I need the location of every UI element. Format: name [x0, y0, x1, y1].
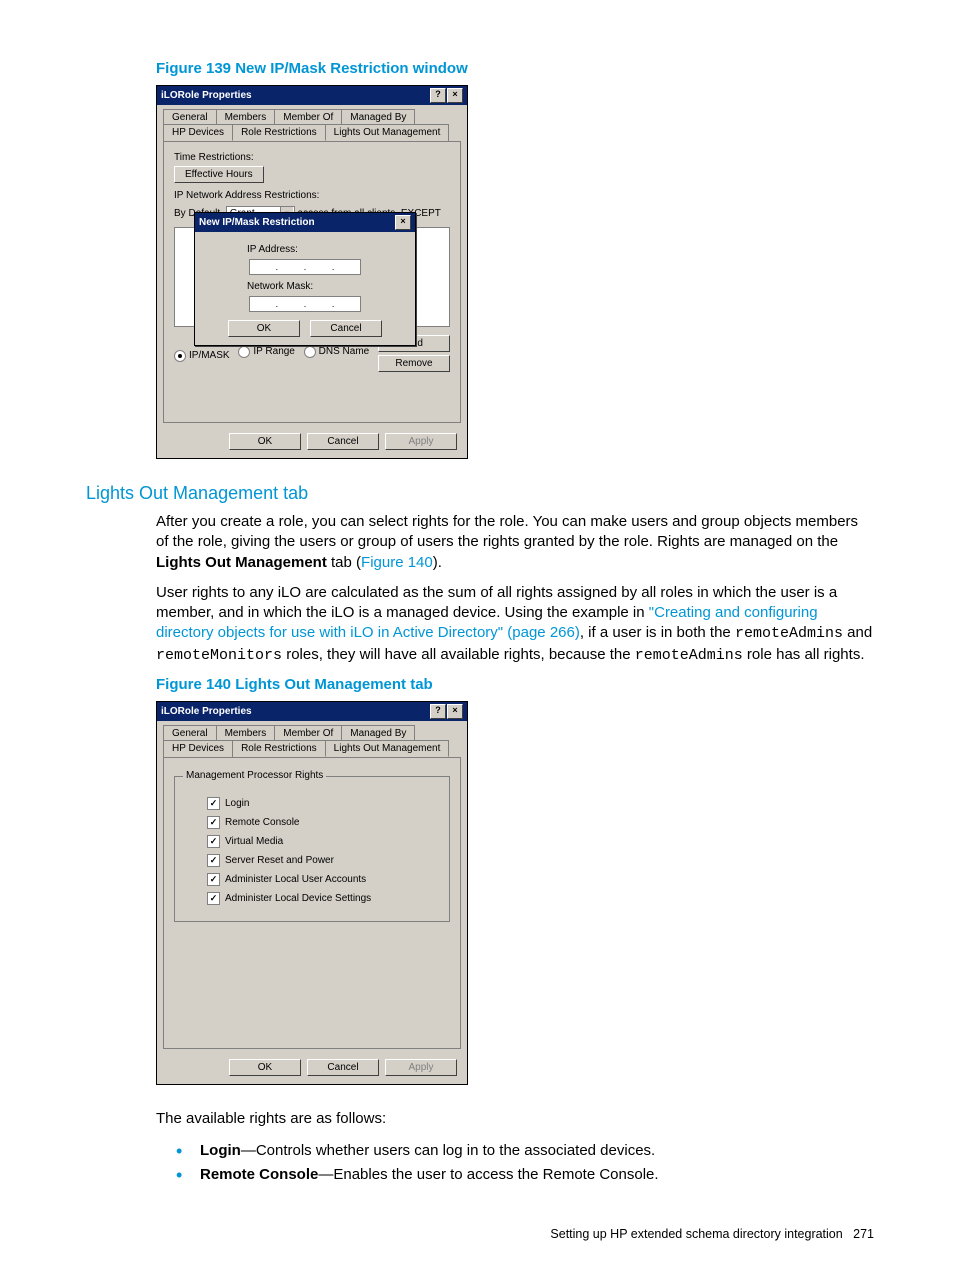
figure-140-caption: Figure 140 Lights Out Management tab — [156, 676, 874, 693]
close-icon[interactable]: × — [447, 704, 463, 719]
tab-strip: General Members Member Of Managed By HP … — [157, 105, 467, 141]
dialog-body: Management Processor Rights Login Remote… — [163, 757, 461, 1049]
network-mask-label: Network Mask: — [247, 281, 409, 292]
mgmt-rights-group: Management Processor Rights Login Remote… — [174, 776, 450, 922]
dialog-titlebar: iLORole Properties ? × — [157, 702, 467, 721]
tab-lights-out-mgmt[interactable]: Lights Out Management — [325, 124, 450, 141]
tab-managed-by[interactable]: Managed By — [341, 725, 415, 741]
tab-members[interactable]: Members — [216, 109, 276, 125]
cancel-button[interactable]: Cancel — [307, 1059, 379, 1076]
dialog-titlebar: iLORole Properties ? × — [157, 86, 467, 105]
checkbox-remote-console[interactable]: Remote Console — [207, 816, 437, 829]
figure-140-link[interactable]: Figure 140 — [361, 554, 433, 571]
ok-button[interactable]: OK — [229, 433, 301, 450]
network-mask-input[interactable]: ... — [249, 296, 361, 312]
dialog-title-text: iLORole Properties — [161, 90, 252, 101]
section-heading: Lights Out Management tab — [86, 483, 874, 504]
tab-lights-out-mgmt[interactable]: Lights Out Management — [325, 740, 450, 757]
checkbox-admin-device[interactable]: Administer Local Device Settings — [207, 892, 437, 905]
modal-cancel-button[interactable]: Cancel — [310, 320, 382, 337]
close-icon[interactable]: × — [447, 88, 463, 103]
time-restrictions-label: Time Restrictions: — [174, 152, 450, 163]
dialog-role-properties-restrictions: iLORole Properties ? × General Members M… — [156, 85, 468, 459]
tab-member-of[interactable]: Member Of — [274, 109, 342, 125]
tab-strip: General Members Member Of Managed By HP … — [157, 721, 467, 757]
tab-hp-devices[interactable]: HP Devices — [163, 124, 233, 141]
tab-role-restrictions[interactable]: Role Restrictions — [232, 740, 326, 757]
rights-intro: The available rights are as follows: — [156, 1109, 874, 1129]
group-title: Management Processor Rights — [183, 770, 326, 781]
modal-titlebar: New IP/Mask Restriction × — [195, 213, 415, 232]
paragraph-2: User rights to any iLO are calculated as… — [156, 583, 874, 666]
page-footer: Setting up HP extended schema directory … — [550, 1227, 874, 1241]
ok-button[interactable]: OK — [229, 1059, 301, 1076]
figure-139-caption: Figure 139 New IP/Mask Restriction windo… — [156, 60, 874, 77]
right-login: Login—Controls whether users can log in … — [176, 1139, 874, 1163]
tab-member-of[interactable]: Member Of — [274, 725, 342, 741]
radio-ip-range[interactable]: IP Range — [238, 346, 295, 358]
tab-general[interactable]: General — [163, 109, 217, 125]
dialog-body: Time Restrictions: Effective Hours IP Ne… — [163, 141, 461, 423]
tab-general[interactable]: General — [163, 725, 217, 741]
effective-hours-button[interactable]: Effective Hours — [174, 166, 264, 183]
new-ip-mask-modal: New IP/Mask Restriction × IP Address: ..… — [194, 212, 416, 346]
checkbox-server-reset[interactable]: Server Reset and Power — [207, 854, 437, 867]
ip-restrictions-label: IP Network Address Restrictions: — [174, 190, 450, 201]
ip-address-label: IP Address: — [247, 244, 409, 255]
dialog-role-properties-mgmt: iLORole Properties ? × General Members M… — [156, 701, 468, 1085]
help-icon[interactable]: ? — [430, 88, 446, 103]
radio-dns-name[interactable]: DNS Name — [304, 346, 370, 358]
remove-button[interactable]: Remove — [378, 355, 450, 372]
checkbox-admin-users[interactable]: Administer Local User Accounts — [207, 873, 437, 886]
modal-ok-button[interactable]: OK — [228, 320, 300, 337]
tab-role-restrictions[interactable]: Role Restrictions — [232, 124, 326, 141]
apply-button[interactable]: Apply — [385, 433, 457, 450]
cancel-button[interactable]: Cancel — [307, 433, 379, 450]
checkbox-login[interactable]: Login — [207, 797, 437, 810]
paragraph-1: After you create a role, you can select … — [156, 512, 874, 573]
rights-list: Login—Controls whether users can log in … — [176, 1139, 874, 1187]
ip-address-input[interactable]: ... — [249, 259, 361, 275]
radio-ip-mask[interactable]: IP/MASK — [174, 350, 230, 362]
right-remote-console: Remote Console—Enables the user to acces… — [176, 1163, 874, 1187]
dialog-title-text: iLORole Properties — [161, 706, 252, 717]
tab-hp-devices[interactable]: HP Devices — [163, 740, 233, 757]
apply-button[interactable]: Apply — [385, 1059, 457, 1076]
tab-managed-by[interactable]: Managed By — [341, 109, 415, 125]
close-icon[interactable]: × — [395, 215, 411, 230]
checkbox-virtual-media[interactable]: Virtual Media — [207, 835, 437, 848]
tab-members[interactable]: Members — [216, 725, 276, 741]
help-icon[interactable]: ? — [430, 704, 446, 719]
modal-title-text: New IP/Mask Restriction — [199, 217, 315, 228]
